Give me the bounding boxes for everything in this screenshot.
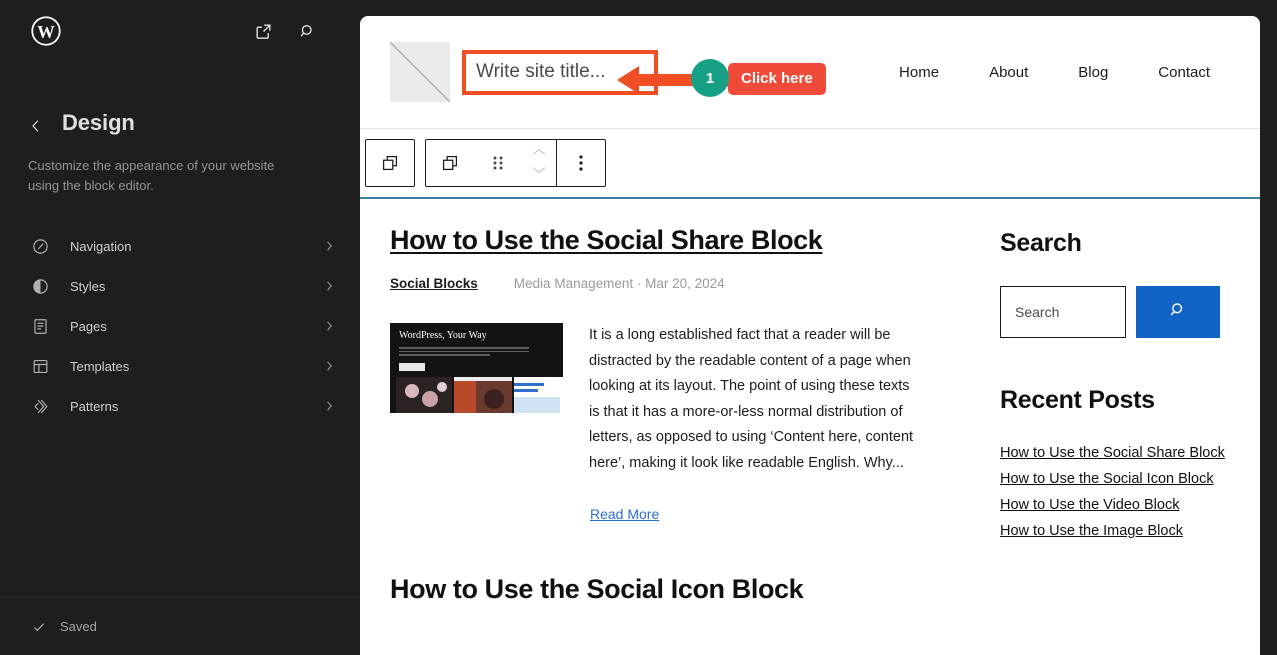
more-options-button[interactable]	[557, 140, 605, 186]
chevron-right-icon	[320, 277, 338, 295]
block-type-button[interactable]	[426, 140, 474, 186]
sidebar-header: Design	[0, 62, 360, 138]
sidebar-item-label: Patterns	[70, 398, 119, 414]
search-input[interactable]: Search	[1000, 286, 1126, 338]
post-meta: Social Blocks Media Management · Mar 20,…	[390, 276, 960, 291]
search-icon	[1168, 300, 1188, 325]
editor-canvas: Write site title... Home About Blog Cont…	[360, 16, 1260, 655]
search-submit-button[interactable]	[1136, 286, 1220, 338]
thumbnail-collage	[396, 377, 563, 413]
nav-link-blog[interactable]: Blog	[1078, 64, 1108, 81]
sidebar-item-templates[interactable]: Templates	[0, 346, 360, 386]
search-widget-heading: Search	[1000, 229, 1082, 257]
recent-post-link[interactable]: How to Use the Video Block	[1000, 493, 1240, 518]
post-list: How to Use the Social Share Block Social…	[360, 199, 960, 634]
pages-document-icon	[28, 314, 52, 338]
sidebar-widgets: Search Search Recent Posts How to Use th…	[960, 199, 1260, 634]
post-meta-text: Media Management · Mar 20, 2024	[513, 276, 725, 291]
post-title-link[interactable]: How to Use the Social Share Block	[390, 225, 960, 256]
recent-posts-list: How to Use the Social Share Block How to…	[1000, 441, 1240, 544]
sidebar-item-label: Pages	[70, 318, 107, 334]
view-site-icon[interactable]	[248, 16, 278, 46]
chevron-right-icon	[320, 317, 338, 335]
sidebar-item-label: Styles	[70, 278, 106, 294]
block-toolbar	[360, 129, 1260, 197]
sidebar-item-label: Templates	[70, 358, 130, 374]
styles-contrast-icon	[28, 274, 52, 298]
chevron-right-icon	[320, 357, 338, 375]
recent-post-link[interactable]: How to Use the Social Share Block	[1000, 441, 1240, 466]
sidebar-nav: Navigation Styles Pages Templates Patter…	[0, 226, 360, 426]
thumbnail-button	[399, 363, 425, 371]
sidebar-item-pages[interactable]: Pages	[0, 306, 360, 346]
chevron-right-icon	[320, 397, 338, 415]
post-excerpt: It is a long established fact that a rea…	[589, 327, 914, 471]
read-more-link[interactable]: Read More	[590, 506, 659, 522]
sidebar-item-navigation[interactable]: Navigation	[0, 226, 360, 266]
search-widget: Search	[1000, 286, 1240, 338]
sidebar-top-bar: W	[0, 0, 360, 62]
select-parent-block-button[interactable]	[366, 140, 414, 186]
move-up-button[interactable]	[530, 145, 548, 163]
chevron-right-icon	[320, 237, 338, 255]
recent-post-link[interactable]: How to Use the Image Block	[1000, 519, 1240, 544]
recent-post-link[interactable]: How to Use the Social Icon Block	[1000, 467, 1240, 492]
wordpress-site-editor: W Design Customize the appearance of you…	[0, 0, 1277, 655]
nav-link-home[interactable]: Home	[899, 64, 939, 81]
annotation-step-badge: 1	[691, 59, 729, 97]
annotation-click-here-callout: Click here	[720, 63, 826, 95]
block-actions-group	[425, 139, 606, 187]
svg-text:W: W	[37, 22, 55, 42]
save-status-bar[interactable]: Saved	[0, 597, 360, 655]
thumbnail-title: WordPress, Your Way	[399, 330, 487, 341]
site-logo-placeholder[interactable]	[390, 42, 450, 102]
query-loop-block: How to Use the Social Share Block Social…	[360, 197, 1260, 634]
post-category-link[interactable]: Social Blocks	[390, 276, 478, 291]
sidebar-item-label: Navigation	[70, 238, 132, 254]
sidebar-description: Customize the appearance of your website…	[28, 158, 275, 193]
thumbnail-text-lines	[399, 347, 529, 358]
nav-link-about[interactable]: About	[989, 64, 1028, 81]
search-icon[interactable]	[292, 16, 322, 46]
post-body: WordPress, Your Way It is a long establi…	[390, 323, 960, 476]
save-status-label: Saved	[60, 619, 97, 634]
site-title-input[interactable]: Write site title...	[462, 49, 658, 95]
block-mover	[522, 140, 556, 186]
sidebar-top-icons	[248, 16, 344, 46]
check-icon	[30, 618, 48, 636]
nav-link-contact[interactable]: Contact	[1158, 64, 1210, 81]
sidebar-item-patterns[interactable]: Patterns	[0, 386, 360, 426]
recent-posts-heading: Recent Posts	[1000, 386, 1155, 414]
move-down-button[interactable]	[530, 163, 548, 181]
next-post-title-link[interactable]: How to Use the Social Icon Block	[390, 574, 960, 605]
site-header-block[interactable]: Write site title... Home About Blog Cont…	[360, 16, 1260, 129]
select-parent-block-group	[365, 139, 415, 187]
page-title: Design	[62, 110, 135, 135]
navigation-icon	[28, 234, 52, 258]
editor-canvas-wrapper: Write site title... Home About Blog Cont…	[360, 0, 1277, 655]
patterns-stack-icon	[28, 394, 52, 418]
back-button[interactable]	[24, 114, 48, 138]
sidebar-item-styles[interactable]: Styles	[0, 266, 360, 306]
site-title-placeholder: Write site title...	[476, 61, 606, 82]
templates-layout-icon	[28, 354, 52, 378]
site-navigation: Home About Blog Contact	[899, 64, 1230, 81]
editor-sidebar: W Design Customize the appearance of you…	[0, 0, 360, 655]
drag-dots-icon[interactable]	[474, 140, 522, 186]
post-featured-image[interactable]: WordPress, Your Way	[390, 323, 563, 413]
wordpress-logo-icon[interactable]: W	[30, 15, 62, 47]
